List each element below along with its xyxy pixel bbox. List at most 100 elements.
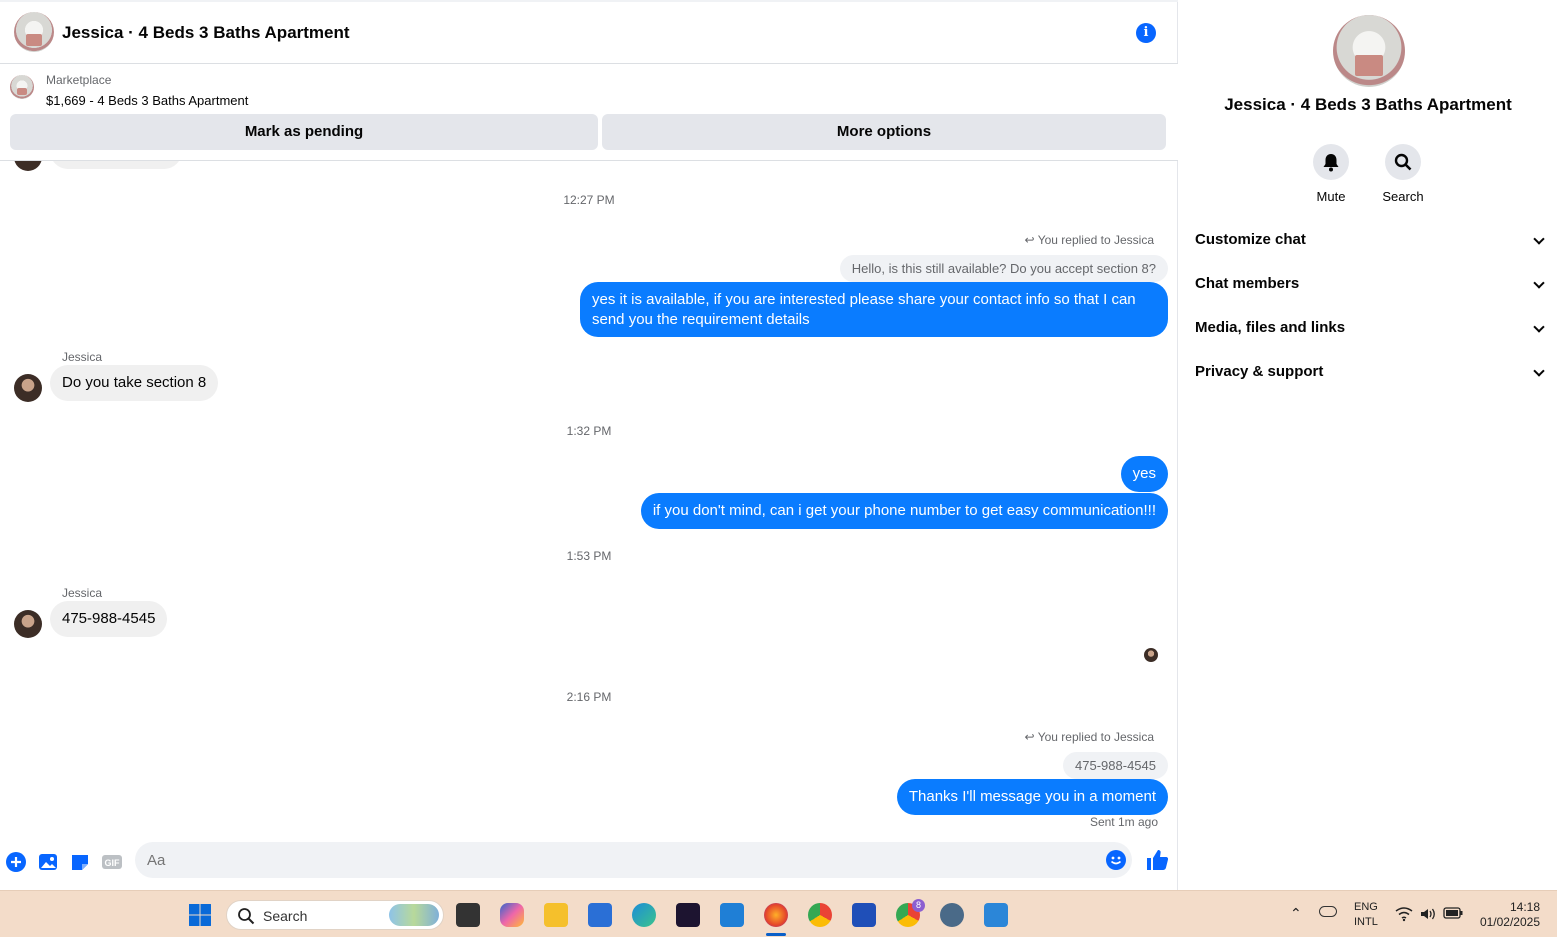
windows-start-icon[interactable] <box>188 903 212 927</box>
sender-name: Jessica <box>62 350 103 364</box>
battery-icon[interactable] <box>1443 907 1463 919</box>
listing-thumbnail[interactable] <box>10 75 34 99</box>
magnifier-glyph <box>1394 153 1412 171</box>
message-bubble-incoming[interactable]: Do you take section 8 <box>50 365 219 401</box>
message-line: send you the requirement details <box>592 311 810 328</box>
taskbar-search[interactable]: Search <box>226 900 444 930</box>
listing-avatar[interactable] <box>14 12 54 52</box>
clock-date: 01/02/2025 <box>1479 915 1540 929</box>
clock-time: 14:18 <box>1509 900 1540 914</box>
privacy-support-section[interactable]: Privacy & support <box>1195 363 1545 387</box>
photo-icon[interactable] <box>37 851 59 873</box>
chevron-down-icon <box>1533 321 1545 333</box>
message-bubble-outgoing[interactable]: if you don't mind, can i get your phone … <box>640 493 1168 529</box>
chevron-up-icon[interactable]: ⌃ <box>1290 905 1302 922</box>
listing-avatar-large[interactable] <box>1333 15 1405 87</box>
read-receipt-avatar <box>1144 648 1158 662</box>
customize-chat-section[interactable]: Customize chat <box>1195 231 1545 255</box>
chevron-down-icon <box>1533 233 1545 245</box>
more-options-button[interactable]: More options <box>602 114 1166 150</box>
notification-badge: 8 <box>912 899 925 912</box>
chat-title[interactable]: Jessica · 4 Beds 3 Baths Apartment <box>62 23 350 43</box>
mute-button[interactable]: Mute <box>1301 144 1361 204</box>
bell-icon <box>1313 144 1349 180</box>
messenger-app: Jessica · 4 Beds 3 Baths Apartment i Mar… <box>0 0 1557 890</box>
thumbs-up-icon[interactable] <box>1145 848 1169 872</box>
sender-name: Jessica <box>62 586 103 600</box>
reply-indicator-text: You replied to Jessica <box>1037 730 1154 744</box>
info-icon[interactable]: i <box>1136 23 1156 43</box>
message-line: yes it is available, if you are interest… <box>592 291 1136 308</box>
timestamp: 2:16 PM <box>566 690 612 704</box>
video-editor-icon[interactable] <box>676 903 700 927</box>
clock[interactable]: 14:18 01/02/2025 <box>1474 900 1540 930</box>
svg-text:GIF: GIF <box>105 858 121 868</box>
message-bubble-outgoing[interactable]: yes <box>1120 456 1168 492</box>
message-list[interactable]: 12:27 PM ↩ You replied to Jessica Hello,… <box>0 161 1178 841</box>
chevron-down-icon <box>1533 365 1545 377</box>
app-icon[interactable] <box>852 903 876 927</box>
language-indicator[interactable]: ENG INTL <box>1354 900 1378 930</box>
reply-indicator-text: You replied to Jessica <box>1037 233 1154 247</box>
search-highlight-image <box>389 904 439 926</box>
active-app-indicator <box>766 933 786 936</box>
windows-taskbar: Search 8 ⌃ ENG INTL 14:18 01/02/2025 <box>0 890 1557 937</box>
quoted-message[interactable]: Hello, is this still available? Do you a… <box>839 255 1168 282</box>
message-input[interactable] <box>147 850 1087 870</box>
details-title: Jessica · 4 Beds 3 Baths Apartment <box>1224 95 1512 114</box>
chrome-icon[interactable] <box>808 903 832 927</box>
section-label: Customize chat <box>1195 231 1306 248</box>
message-bubble-incoming[interactable] <box>50 161 182 169</box>
composer: GIF <box>0 841 1178 890</box>
avatar <box>14 374 42 402</box>
wifi-icon[interactable] <box>1395 906 1413 922</box>
marketplace-label: Marketplace <box>46 73 112 87</box>
section-label: Privacy & support <box>1195 363 1324 380</box>
onedrive-icon[interactable] <box>1319 906 1337 917</box>
timestamp: 12:27 PM <box>563 193 615 207</box>
photos-icon[interactable] <box>984 903 1008 927</box>
volume-icon[interactable] <box>1419 906 1437 922</box>
message-status: Sent 1m ago <box>1089 815 1158 829</box>
listing-title[interactable]: $1,669 - 4 Beds 3 Baths Apartment <box>46 93 248 108</box>
message-input-wrapper <box>135 842 1132 878</box>
chevron-down-icon <box>1533 277 1545 289</box>
file-explorer-icon[interactable] <box>544 903 568 927</box>
vscode-icon[interactable] <box>720 903 744 927</box>
marketplace-bar: Marketplace $1,669 - 4 Beds 3 Baths Apar… <box>0 64 1178 161</box>
quoted-message[interactable]: 475-988-4545 <box>1063 752 1168 779</box>
search-label: Search <box>1382 189 1424 204</box>
chat-panel: Jessica · 4 Beds 3 Baths Apartment i Mar… <box>0 0 1178 890</box>
media-files-links-section[interactable]: Media, files and links <box>1195 319 1545 343</box>
chat-members-section[interactable]: Chat members <box>1195 275 1545 299</box>
taskbar-search-label: Search <box>263 908 308 924</box>
microsoft-store-icon[interactable] <box>588 903 612 927</box>
mark-as-pending-button[interactable]: Mark as pending <box>10 114 598 150</box>
task-view-icon[interactable] <box>456 903 480 927</box>
edge-icon[interactable] <box>632 903 656 927</box>
firefox-icon[interactable] <box>764 903 788 927</box>
reply-indicator: ↩ You replied to Jessica <box>1024 730 1154 744</box>
copilot-icon[interactable] <box>500 903 524 927</box>
message-bubble-incoming[interactable]: 475-988-4545 <box>50 601 168 637</box>
search-icon <box>1385 144 1421 180</box>
plus-icon[interactable] <box>5 851 27 873</box>
mute-label: Mute <box>1316 189 1346 204</box>
chat-header: Jessica · 4 Beds 3 Baths Apartment i <box>0 0 1178 64</box>
message-bubble-outgoing[interactable]: yes it is available, if you are interest… <box>580 282 1168 337</box>
language-code: ENG <box>1354 901 1378 913</box>
emoji-icon[interactable] <box>1106 850 1126 870</box>
message-bubble-outgoing[interactable]: Thanks I'll message you in a moment <box>896 779 1168 815</box>
section-label: Media, files and links <box>1195 319 1346 336</box>
smile-glyph <box>1110 856 1122 865</box>
avatar <box>14 610 42 638</box>
search-in-conversation-button[interactable]: Search <box>1373 144 1433 204</box>
reply-indicator: ↩ You replied to Jessica <box>1024 233 1154 247</box>
gif-icon[interactable]: GIF <box>101 851 123 873</box>
bell-glyph <box>1323 154 1339 172</box>
timestamp: 1:53 PM <box>566 549 612 563</box>
search-icon <box>238 908 255 925</box>
avatar <box>14 161 42 171</box>
app-icon-2[interactable] <box>940 903 964 927</box>
sticker-icon[interactable] <box>69 851 91 873</box>
